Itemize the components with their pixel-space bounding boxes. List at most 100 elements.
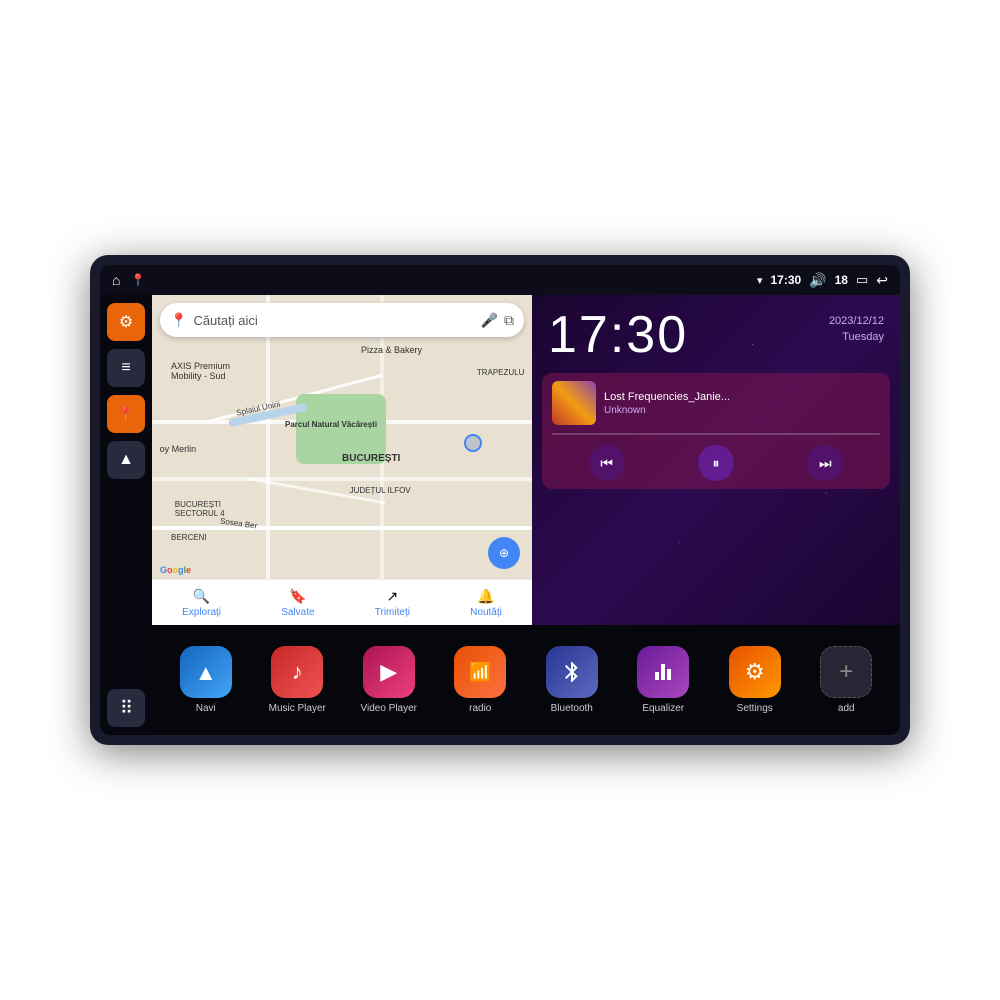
app-equalizer-icon <box>637 646 689 698</box>
sidebar-grid-btn[interactable]: ⠿ <box>107 689 145 727</box>
map-location-dot <box>464 434 482 452</box>
map-news-label: Noutăți <box>470 607 502 618</box>
clock-day: Tuesday <box>842 331 884 343</box>
clock-area: 17:30 2023/12/12 Tuesday <box>532 295 900 369</box>
sidebar: ⚙ ≡ 📍 ▲ ⠿ <box>100 295 152 735</box>
top-section: AXIS PremiumMobility - Sud Pizza & Baker… <box>152 295 900 625</box>
app-navi[interactable]: ▲ Navi <box>176 646 236 714</box>
navigate-icon: ▲ <box>118 451 134 469</box>
gear-icon: ⚙ <box>119 312 133 332</box>
layers-icon[interactable]: ⧉ <box>504 312 514 329</box>
music-title: Lost Frequencies_Janie... <box>604 391 880 403</box>
app-navi-icon: ▲ <box>180 646 232 698</box>
clock-date-area: 2023/12/12 Tuesday <box>829 315 884 345</box>
map-label-berceni: BERCENI <box>171 533 207 542</box>
map-icon: 📍 <box>118 406 134 422</box>
app-bluetooth[interactable]: Bluetooth <box>542 646 602 714</box>
clock-display: 17:30 <box>548 309 688 361</box>
app-music-label: Music Player <box>269 703 326 714</box>
map-explore-btn[interactable]: 🔍 Explorați <box>182 588 221 618</box>
app-video-player[interactable]: ▶ Video Player <box>359 646 419 714</box>
app-music-icon: ♪ <box>271 646 323 698</box>
bluetooth-svg <box>560 660 584 684</box>
music-progress-bar[interactable] <box>552 433 880 435</box>
music-play-btn[interactable]: ⏸ <box>698 445 734 481</box>
music-next-btn[interactable]: ⏭ <box>807 445 843 481</box>
mic-icon[interactable]: 🎤 <box>481 312 498 329</box>
map-pin-icon[interactable]: 📍 <box>130 273 145 287</box>
app-add[interactable]: + add <box>816 646 876 714</box>
app-radio-label: radio <box>469 703 491 714</box>
map-label-pizza: Pizza & Bakery <box>361 345 422 355</box>
map-label-sector: BUCUREȘTISECTORUL 4 <box>175 500 225 518</box>
screen: ⌂ 📍 ▾ 17:30 🔊 18 ▭ ↩ ⚙ ≡ <box>100 265 900 735</box>
status-right: ▾ 17:30 🔊 18 ▭ ↩ <box>757 272 888 289</box>
map-saved-btn[interactable]: 🔖 Salvate <box>281 588 314 618</box>
map-explore-label: Explorați <box>182 607 221 618</box>
map-search-bar[interactable]: 📍 Căutați aici 🎤 ⧉ <box>160 303 524 337</box>
music-prev-btn[interactable]: ⏮ <box>589 445 625 481</box>
status-time: 17:30 <box>770 273 801 287</box>
map-fab-button[interactable]: ⊕ <box>488 537 520 569</box>
map-widget[interactable]: AXIS PremiumMobility - Sud Pizza & Baker… <box>152 295 532 625</box>
status-left: ⌂ 📍 <box>112 272 145 288</box>
app-settings[interactable]: ⚙ Settings <box>725 646 785 714</box>
volume-icon: 🔊 <box>809 272 826 289</box>
map-news-btn[interactable]: 🔔 Noutăți <box>470 588 502 618</box>
map-share-label: Trimiteți <box>375 607 410 618</box>
clock-date: 2023/12/12 <box>829 315 884 327</box>
sidebar-menu-btn[interactable]: ≡ <box>107 349 145 387</box>
app-bluetooth-icon <box>546 646 598 698</box>
album-art-image <box>552 381 596 425</box>
music-widget: Lost Frequencies_Janie... Unknown ⏮ <box>542 373 890 489</box>
album-art <box>552 381 596 425</box>
clock-hours: 17 <box>548 306 610 364</box>
app-radio-icon: 📶 <box>454 646 506 698</box>
music-info: Lost Frequencies_Janie... Unknown <box>604 391 880 416</box>
app-settings-icon: ⚙ <box>729 646 781 698</box>
app-add-icon: + <box>820 646 872 698</box>
sidebar-nav-btn[interactable]: ▲ <box>107 441 145 479</box>
app-music-player[interactable]: ♪ Music Player <box>267 646 327 714</box>
sidebar-map-btn[interactable]: 📍 <box>107 395 145 433</box>
clock-minutes: 30 <box>626 306 688 364</box>
app-settings-label: Settings <box>737 703 773 714</box>
map-share-btn[interactable]: ↗ Trimiteți <box>375 588 410 618</box>
app-navi-label: Navi <box>196 703 216 714</box>
map-label-toy: oy Merlin <box>160 444 197 454</box>
music-top: Lost Frequencies_Janie... Unknown <box>552 381 880 425</box>
map-search-text: Căutați aici <box>193 313 474 328</box>
content-area: AXIS PremiumMobility - Sud Pizza & Baker… <box>152 295 900 735</box>
next-icon: ⏭ <box>819 455 832 472</box>
map-label-trapez: TRAPEZULU <box>477 368 525 377</box>
battery-icon: ▭ <box>856 272 868 288</box>
prev-icon: ⏮ <box>600 455 613 472</box>
clock-colon: : <box>610 306 626 364</box>
app-video-icon: ▶ <box>363 646 415 698</box>
grid-icon: ⠿ <box>120 698 132 719</box>
google-maps-icon: 📍 <box>170 312 187 329</box>
map-bottom-bar: 🔍 Explorați 🔖 Salvate ↗ Trimiteți <box>152 579 532 625</box>
app-video-label: Video Player <box>360 703 417 714</box>
app-equalizer-label: Equalizer <box>642 703 684 714</box>
car-head-unit: ⌂ 📍 ▾ 17:30 🔊 18 ▭ ↩ ⚙ ≡ <box>90 255 910 745</box>
app-bluetooth-label: Bluetooth <box>551 703 593 714</box>
music-controls: ⏮ ⏸ ⏭ <box>552 445 880 481</box>
map-saved-label: Salvate <box>281 607 314 618</box>
map-background: AXIS PremiumMobility - Sud Pizza & Baker… <box>152 295 532 625</box>
app-add-label: add <box>838 703 855 714</box>
right-panel: 17:30 2023/12/12 Tuesday <box>532 295 900 625</box>
google-logo: Google <box>160 565 191 575</box>
map-label-axis: AXIS PremiumMobility - Sud <box>171 361 230 381</box>
menu-icon: ≡ <box>121 359 130 377</box>
app-radio[interactable]: 📶 radio <box>450 646 510 714</box>
main-area: ⚙ ≡ 📍 ▲ ⠿ <box>100 295 900 735</box>
play-icon: ⏸ <box>712 455 719 472</box>
home-icon[interactable]: ⌂ <box>112 272 120 288</box>
back-icon[interactable]: ↩ <box>876 272 888 289</box>
app-grid: ▲ Navi ♪ Music Player ▶ Vid <box>152 625 900 735</box>
battery-level: 18 <box>835 273 848 287</box>
sidebar-settings-btn[interactable]: ⚙ <box>107 303 145 341</box>
equalizer-svg <box>651 660 675 684</box>
app-equalizer[interactable]: Equalizer <box>633 646 693 714</box>
